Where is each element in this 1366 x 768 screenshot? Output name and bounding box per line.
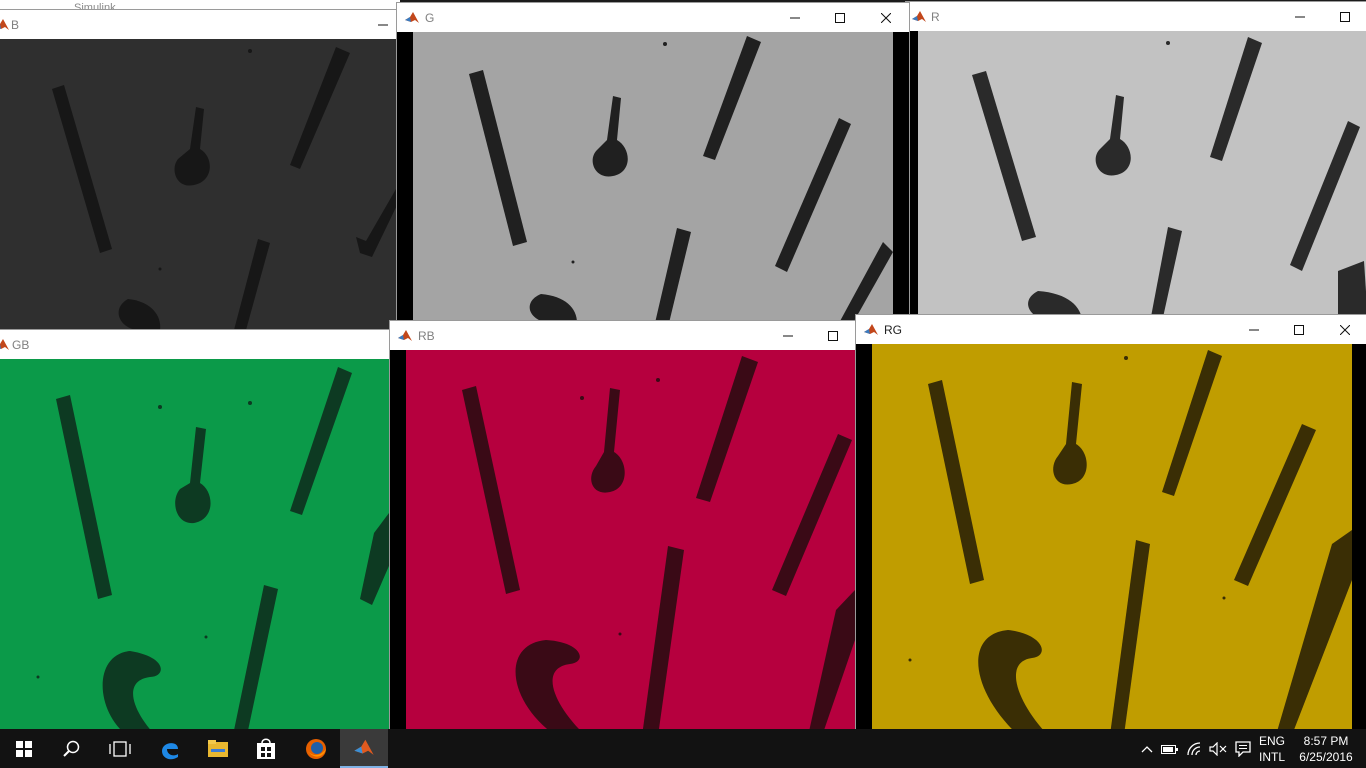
figure-window-r[interactable]: R bbox=[906, 2, 1366, 322]
file-explorer-button[interactable] bbox=[194, 729, 242, 768]
channel-image bbox=[872, 344, 1352, 735]
chevron-up-icon bbox=[1141, 745, 1153, 752]
file-explorer-icon bbox=[208, 739, 228, 757]
window-title: B bbox=[11, 18, 20, 32]
window-title: G bbox=[425, 11, 435, 25]
matlab-icon bbox=[0, 339, 9, 350]
store-button[interactable] bbox=[242, 729, 290, 768]
wifi-icon bbox=[1187, 741, 1201, 755]
title-bar[interactable]: RB bbox=[390, 321, 857, 350]
figure-content bbox=[906, 31, 1366, 322]
action-center-button[interactable] bbox=[1232, 729, 1254, 768]
keyboard-layout: INTL bbox=[1258, 750, 1285, 764]
minimize-button[interactable] bbox=[1231, 315, 1276, 344]
battery-icon bbox=[1161, 744, 1178, 754]
start-icon bbox=[16, 740, 32, 757]
image-plot bbox=[0, 39, 400, 330]
firefox-icon bbox=[306, 738, 326, 759]
title-bar[interactable]: RG bbox=[856, 315, 1366, 344]
window-title: RB bbox=[418, 329, 435, 343]
figure-content bbox=[397, 32, 909, 323]
window-title: RG bbox=[884, 323, 902, 337]
minimize-button[interactable] bbox=[765, 321, 810, 350]
title-bar[interactable]: G bbox=[397, 3, 909, 32]
start-button[interactable] bbox=[0, 729, 48, 768]
figure-window-rg[interactable]: RG bbox=[856, 315, 1366, 735]
input-language-indicator[interactable]: ENG INTL bbox=[1254, 733, 1290, 765]
maximize-icon bbox=[827, 330, 838, 341]
volume-muted-icon bbox=[1209, 741, 1227, 756]
clock-time: 8:57 PM bbox=[1303, 734, 1349, 748]
minimize-button[interactable] bbox=[772, 3, 817, 32]
matlab-icon bbox=[864, 324, 878, 335]
image-plot bbox=[0, 359, 392, 740]
taskbar: ENG INTL 8:57 PM 6/25/2016 bbox=[0, 729, 1366, 768]
figure-window-g[interactable]: G bbox=[397, 3, 909, 323]
channel-image bbox=[0, 359, 392, 740]
search-button[interactable] bbox=[48, 729, 96, 768]
window-title: R bbox=[931, 10, 940, 24]
minimize-icon bbox=[1248, 329, 1259, 330]
minimize-icon bbox=[377, 24, 388, 25]
title-bar[interactable]: GB bbox=[0, 330, 392, 359]
battery-button[interactable] bbox=[1160, 729, 1180, 768]
minimize-button[interactable] bbox=[360, 10, 400, 39]
window-title: GB bbox=[12, 338, 30, 352]
language-code: ENG bbox=[1258, 734, 1285, 748]
minimize-icon bbox=[789, 17, 800, 18]
action-center-icon bbox=[1235, 740, 1251, 757]
maximize-button[interactable] bbox=[1322, 2, 1366, 31]
task-view-icon bbox=[109, 740, 131, 757]
maximize-icon bbox=[1339, 11, 1350, 22]
maximize-icon bbox=[834, 12, 845, 23]
show-hidden-icons-button[interactable] bbox=[1138, 729, 1156, 768]
image-plot bbox=[406, 350, 855, 736]
maximize-button[interactable] bbox=[1276, 315, 1321, 344]
search-icon bbox=[63, 740, 80, 757]
maximize-button[interactable] bbox=[817, 3, 862, 32]
edge-icon bbox=[162, 742, 178, 759]
clock-date: 6/25/2016 bbox=[1299, 750, 1353, 764]
minimize-icon bbox=[1294, 16, 1305, 17]
title-bar[interactable]: R bbox=[906, 2, 1366, 31]
matlab-icon bbox=[398, 330, 412, 341]
matlab-icon bbox=[354, 739, 374, 755]
close-icon bbox=[880, 12, 891, 23]
figure-window-gb[interactable]: GB bbox=[0, 330, 392, 740]
figure-content bbox=[856, 344, 1366, 735]
channel-image bbox=[413, 32, 893, 323]
maximize-icon bbox=[1293, 324, 1304, 335]
figure-content bbox=[390, 350, 857, 736]
volume-button[interactable] bbox=[1208, 729, 1228, 768]
matlab-icon bbox=[0, 19, 9, 30]
image-plot bbox=[872, 344, 1352, 735]
minimize-icon bbox=[782, 335, 793, 336]
figure-content bbox=[0, 39, 400, 330]
close-button[interactable] bbox=[1322, 315, 1366, 344]
clock[interactable]: 8:57 PM 6/25/2016 bbox=[1294, 733, 1358, 765]
matlab-icon bbox=[912, 11, 926, 22]
close-button[interactable] bbox=[863, 3, 908, 32]
store-icon bbox=[257, 738, 275, 759]
figure-window-rb[interactable]: RB bbox=[390, 321, 857, 736]
matlab-icon bbox=[405, 12, 419, 23]
edge-button[interactable] bbox=[146, 729, 194, 768]
figure-content bbox=[0, 359, 392, 740]
channel-image bbox=[918, 31, 1366, 322]
close-icon bbox=[1339, 324, 1350, 335]
firefox-button[interactable] bbox=[292, 729, 340, 768]
maximize-button[interactable] bbox=[810, 321, 855, 350]
minimize-button[interactable] bbox=[1277, 2, 1322, 31]
channel-image bbox=[0, 39, 400, 330]
matlab-taskbar-button[interactable] bbox=[340, 729, 388, 768]
figure-window-b[interactable]: B bbox=[0, 10, 400, 330]
image-plot bbox=[413, 32, 893, 323]
image-plot bbox=[918, 31, 1366, 322]
task-view-button[interactable] bbox=[96, 729, 144, 768]
title-bar[interactable]: B bbox=[0, 10, 400, 39]
network-button[interactable] bbox=[1186, 729, 1206, 768]
channel-image bbox=[406, 350, 855, 736]
